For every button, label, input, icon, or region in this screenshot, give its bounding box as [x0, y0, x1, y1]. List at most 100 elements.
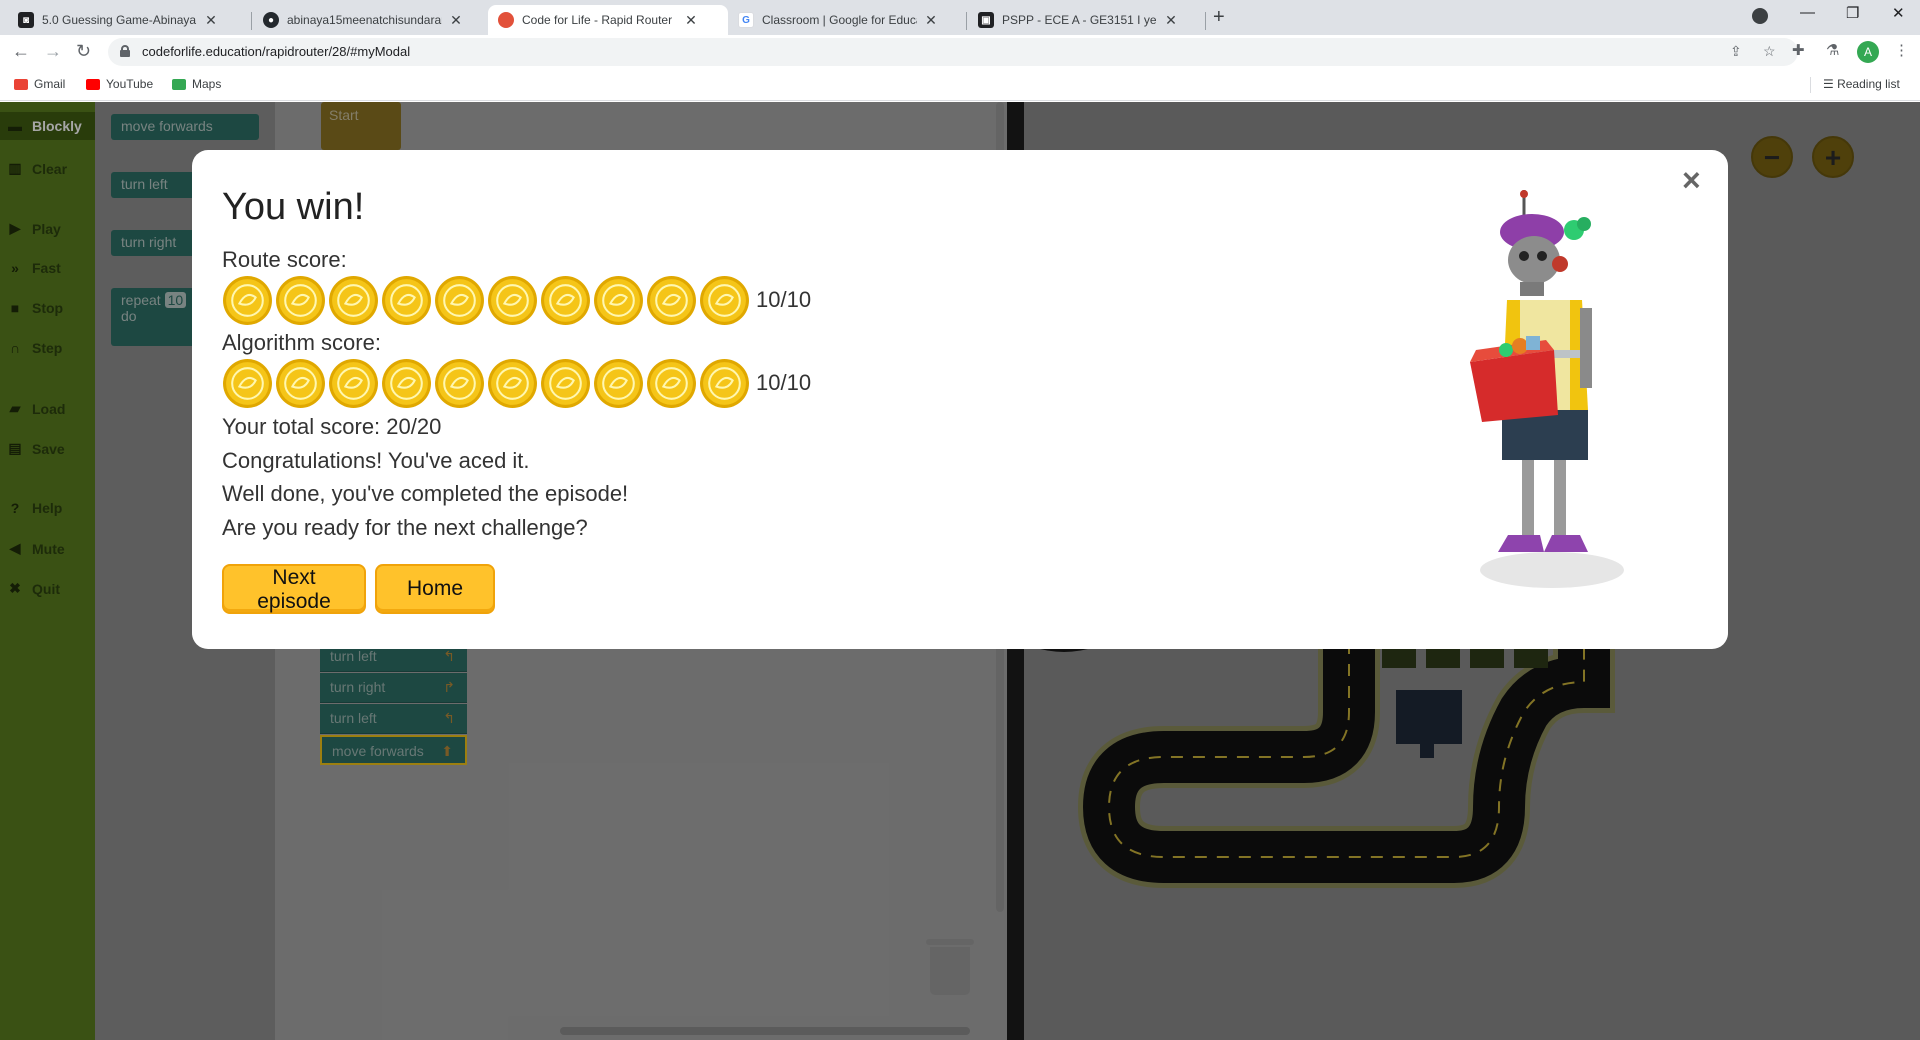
- sidebar-item-clear[interactable]: ▥ Clear: [8, 160, 67, 177]
- classroom-icon: ▣: [978, 12, 994, 28]
- toolbox-block-repeat[interactable]: repeat 10 do: [111, 288, 201, 346]
- close-icon[interactable]: ✕: [683, 12, 699, 29]
- menu-icon[interactable]: ⋮: [1894, 41, 1909, 59]
- help-icon: ?: [10, 500, 20, 516]
- block-label: turn left: [121, 176, 168, 192]
- program-block-turn-left[interactable]: turn left ↰: [320, 704, 467, 734]
- tab-rapid-router[interactable]: Code for Life - Rapid Router ✕: [488, 5, 728, 35]
- sidebar-item-label: Help: [32, 500, 63, 516]
- google-icon: G: [738, 12, 754, 28]
- fast-forward-icon: »: [11, 260, 19, 276]
- reload-icon[interactable]: ↻: [76, 41, 91, 62]
- gold-coin-icon: [700, 275, 749, 325]
- tab-divider: [251, 12, 252, 30]
- window-close-icon[interactable]: ✕: [1892, 4, 1905, 22]
- modal-title: You win!: [222, 186, 365, 228]
- next-episode-button[interactable]: Next episode: [222, 564, 366, 614]
- restore-icon[interactable]: ❐: [1846, 4, 1859, 22]
- close-icon[interactable]: ×: [1682, 164, 1701, 196]
- github-icon: ●: [263, 12, 279, 28]
- trash-lid: [926, 939, 974, 945]
- house-icon: [1396, 690, 1462, 744]
- sidebar-item-label: Mute: [32, 540, 65, 557]
- sidebar-item-play[interactable]: ▶ Play: [8, 220, 61, 237]
- tab-guessing-game[interactable]: ◙ 5.0 Guessing Game-AbinayaM3 ✕: [8, 5, 229, 35]
- block-label: turn left: [330, 648, 377, 664]
- gold-coin-icon: [276, 275, 325, 325]
- save-icon: ▤: [8, 440, 22, 456]
- labs-icon[interactable]: ⚗: [1826, 41, 1839, 59]
- bookmarks-bar: Gmail YouTube Maps ☰ Reading list: [0, 69, 1920, 101]
- sidebar-item-label: Quit: [32, 580, 60, 597]
- toolbox-block-turn-left[interactable]: turn left: [111, 172, 201, 198]
- bookmark-youtube[interactable]: YouTube: [86, 77, 153, 91]
- program-block-turn-right[interactable]: turn right ↱: [320, 673, 467, 703]
- zoom-out-button[interactable]: −: [1751, 136, 1793, 178]
- toolbox-block-turn-right[interactable]: turn right: [111, 230, 201, 256]
- repeat-count-input[interactable]: 10: [164, 292, 187, 308]
- reading-list[interactable]: ☰ Reading list: [1823, 77, 1900, 91]
- sidebar-item-stop[interactable]: ■ Stop: [8, 300, 63, 316]
- step-icon: ∩: [9, 340, 21, 356]
- sidebar-item-quit[interactable]: ✖ Quit: [8, 580, 60, 597]
- sidebar-item-fast[interactable]: » Fast: [8, 260, 61, 276]
- close-icon[interactable]: ✕: [203, 12, 219, 29]
- gold-coin-icon: [435, 275, 484, 325]
- sidebar-item-label: Step: [32, 340, 63, 356]
- minimize-icon[interactable]: —: [1800, 4, 1815, 21]
- sidebar-item-blockly[interactable]: ▬ Blockly: [0, 112, 95, 140]
- folder-icon: ▰: [9, 400, 21, 416]
- house-door: [1420, 742, 1434, 758]
- star-icon[interactable]: ☆: [1763, 43, 1776, 60]
- sidebar-item-step[interactable]: ∩ Step: [8, 340, 62, 356]
- bookmark-maps[interactable]: Maps: [172, 77, 221, 91]
- zoom-in-button[interactable]: +: [1812, 136, 1854, 178]
- sidebar-item-load[interactable]: ▰ Load: [8, 400, 66, 417]
- tab-pspp[interactable]: ▣ PSPP - ECE A - GE3151 I year ECE ✕: [968, 5, 1189, 35]
- gold-coin-icon: [382, 275, 431, 325]
- navigation-bar: ← → ↻ codeforlife.education/rapidrouter/…: [0, 35, 1920, 69]
- tab-classroom[interactable]: G Classroom | Google for Education ✕: [728, 5, 949, 35]
- new-tab-button[interactable]: +: [1213, 6, 1225, 29]
- tab-search-icon[interactable]: [1752, 8, 1768, 24]
- gold-coin-icon: [541, 358, 590, 408]
- close-icon[interactable]: ✕: [923, 12, 939, 29]
- maps-icon: [172, 78, 186, 90]
- tab-title: Classroom | Google for Education: [762, 13, 917, 27]
- extensions-icon[interactable]: ✚: [1792, 41, 1805, 59]
- algorithm-score-coins: 10/10: [222, 357, 811, 409]
- close-icon[interactable]: ✕: [1163, 12, 1179, 29]
- sidebar-item-help[interactable]: ? Help: [8, 500, 63, 516]
- tab-github[interactable]: ● abinaya15meenatchisundaram/P ✕: [253, 5, 474, 35]
- share-icon[interactable]: ⇪: [1730, 43, 1742, 60]
- sidebar-item-mute[interactable]: ◀ Mute: [8, 540, 65, 557]
- tab-title: PSPP - ECE A - GE3151 I year ECE: [1002, 13, 1157, 27]
- program-block-move-forwards[interactable]: move forwards ⬆: [320, 735, 467, 765]
- stop-icon: ■: [10, 300, 20, 316]
- square-icon: ◙: [18, 12, 34, 28]
- gmail-icon: [14, 78, 28, 90]
- url-text[interactable]: codeforlife.education/rapidrouter/28/#my…: [142, 44, 410, 59]
- algorithm-score-value: 10/10: [756, 370, 812, 395]
- sidebar-item-label: Stop: [32, 300, 64, 316]
- workspace-trash-icon[interactable]: [930, 947, 970, 995]
- turn-right-arrow-icon: ↱: [443, 679, 455, 695]
- bookmark-gmail[interactable]: Gmail: [14, 77, 65, 91]
- block-label: turn right: [330, 679, 386, 695]
- forward-icon[interactable]: →: [44, 41, 62, 62]
- start-block[interactable]: Start: [321, 102, 401, 150]
- close-icon[interactable]: ✕: [448, 12, 464, 29]
- speaker-icon: ◀: [9, 540, 21, 556]
- back-icon[interactable]: ←: [12, 41, 30, 62]
- total-score: Your total score: 20/20: [222, 414, 442, 439]
- address-bar[interactable]: codeforlife.education/rapidrouter/28/#my…: [108, 38, 1798, 66]
- workspace-horizontal-scrollbar[interactable]: [560, 1027, 970, 1035]
- block-label: repeat: [121, 292, 161, 308]
- home-button[interactable]: Home: [375, 564, 495, 614]
- road-map: [1032, 642, 1615, 888]
- toolbox-block-move-forwards[interactable]: move forwards: [111, 114, 259, 140]
- route-score-value: 10/10: [756, 287, 812, 312]
- profile-avatar[interactable]: A: [1857, 41, 1879, 63]
- youtube-icon: [86, 78, 100, 90]
- sidebar-item-save[interactable]: ▤ Save: [8, 440, 64, 457]
